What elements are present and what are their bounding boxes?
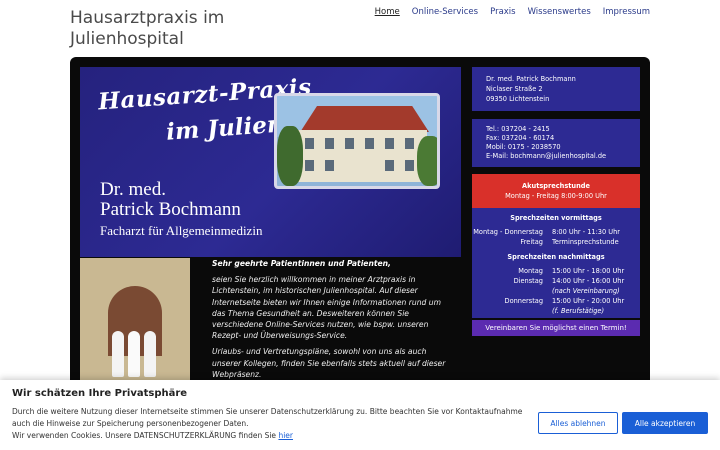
welcome-paragraph-1: seien Sie herzlich willkommen in meiner … (212, 275, 441, 341)
acute-title: Akutsprechstunde (522, 182, 590, 190)
nav-online-services[interactable]: Online-Services (412, 7, 478, 17)
morning-hours-title: Sprechzeiten vormittags (510, 214, 602, 222)
address-name: Dr. med. Patrick Bochmann (486, 75, 576, 83)
team-photo (80, 258, 190, 383)
nav-wissenswertes[interactable]: Wissenswertes (528, 7, 591, 17)
privacy-link[interactable]: hier (278, 431, 293, 440)
site-title[interactable]: Hausarztpraxis im Julienhospital (70, 8, 290, 50)
address-street: Niclaser Straße 2 (486, 85, 543, 93)
welcome-paragraph-2: Urlaubs- und Vertretungspläne, sowohl vo… (212, 347, 446, 379)
hours-note-row: (f. Berufstätige) (552, 307, 605, 315)
nav-home[interactable]: Home (375, 7, 400, 17)
hours-row: Montag - Donnerstag 8:00 Uhr - 11:30 Uhr (473, 228, 621, 236)
acute-hours-box: Akutsprechstunde Montag - Freitag 8:00-9… (472, 174, 640, 208)
contact-email[interactable]: E-Mail: bochmann@julienhospital.de (486, 152, 626, 161)
building-photo (274, 93, 440, 189)
hours-row: Dienstag 14:00 Uhr - 16:00 Uhr (513, 277, 625, 285)
welcome-heading: Sehr geehrte Patientinnen und Patienten, (212, 259, 391, 268)
address-city: 09350 Lichtenstein (486, 95, 550, 103)
hours-row: Donnerstag 15:00 Uhr - 20:00 Uhr (504, 297, 625, 305)
contact-fax: Fax: 037204 - 60174 (486, 134, 555, 142)
banner-doctor-name: Patrick Bochmann (100, 199, 241, 220)
cookie-title: Wir schätzen Ihre Privatsphäre (12, 388, 188, 399)
contact-box: Tel.: 037204 - 2415 Fax: 037204 - 60174 … (472, 119, 640, 167)
acute-time: Montag - Freitag 8:00-9:00 Uhr (505, 192, 607, 200)
hours-row: Montag 15:00 Uhr - 18:00 Uhr (518, 267, 625, 275)
contact-mobil[interactable]: Mobil: 0175 - 2038570 (486, 143, 626, 152)
accept-all-button[interactable]: Alle akzeptieren (622, 412, 708, 434)
nav-praxis[interactable]: Praxis (490, 7, 516, 17)
cookie-banner: Wir schätzen Ihre Privatsphäre Durch die… (0, 380, 720, 450)
welcome-text: Sehr geehrte Patientinnen und Patienten,… (212, 258, 452, 385)
hours-row: Freitag Terminsprechstunde (520, 238, 619, 246)
banner-doctor-title: Dr. med. (100, 179, 166, 200)
main-nav: Home Online-Services Praxis Wissenswerte… (375, 7, 650, 17)
afternoon-hours-title: Sprechzeiten nachmittags (507, 253, 605, 261)
contact-tel[interactable]: Tel.: 037204 - 2415 (486, 125, 626, 134)
hours-note-row: (nach Vereinbarung) (552, 287, 620, 295)
banner-specialty: Facharzt für Allgemeinmedizin (100, 223, 263, 238)
opening-hours-box: Sprechzeiten vormittags Montag - Donners… (472, 208, 640, 318)
address-box: Dr. med. Patrick Bochmann Niclaser Straß… (472, 67, 640, 111)
appointment-banner[interactable]: Vereinbaren Sie möglichst einen Termin! (472, 320, 640, 336)
reject-all-button[interactable]: Alles ablehnen (538, 412, 618, 434)
header-banner: Hausarzt-Praxis im Julienhospital Dr. me… (80, 67, 461, 257)
cookie-text: Durch die weitere Nutzung dieser Interne… (12, 407, 523, 440)
nav-impressum[interactable]: Impressum (603, 7, 650, 17)
